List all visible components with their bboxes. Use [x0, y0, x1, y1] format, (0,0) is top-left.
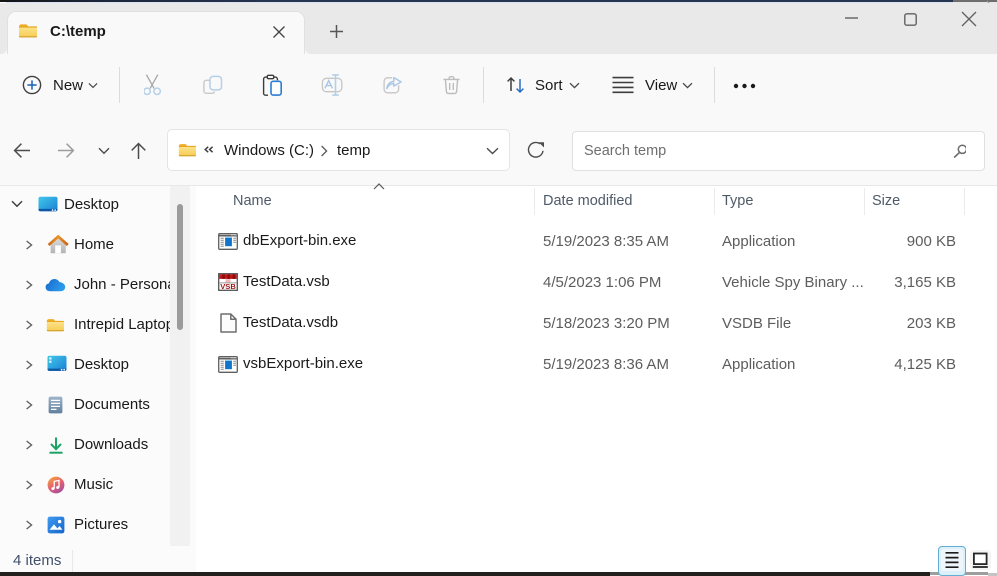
svg-text:VSB: VSB	[220, 282, 236, 291]
